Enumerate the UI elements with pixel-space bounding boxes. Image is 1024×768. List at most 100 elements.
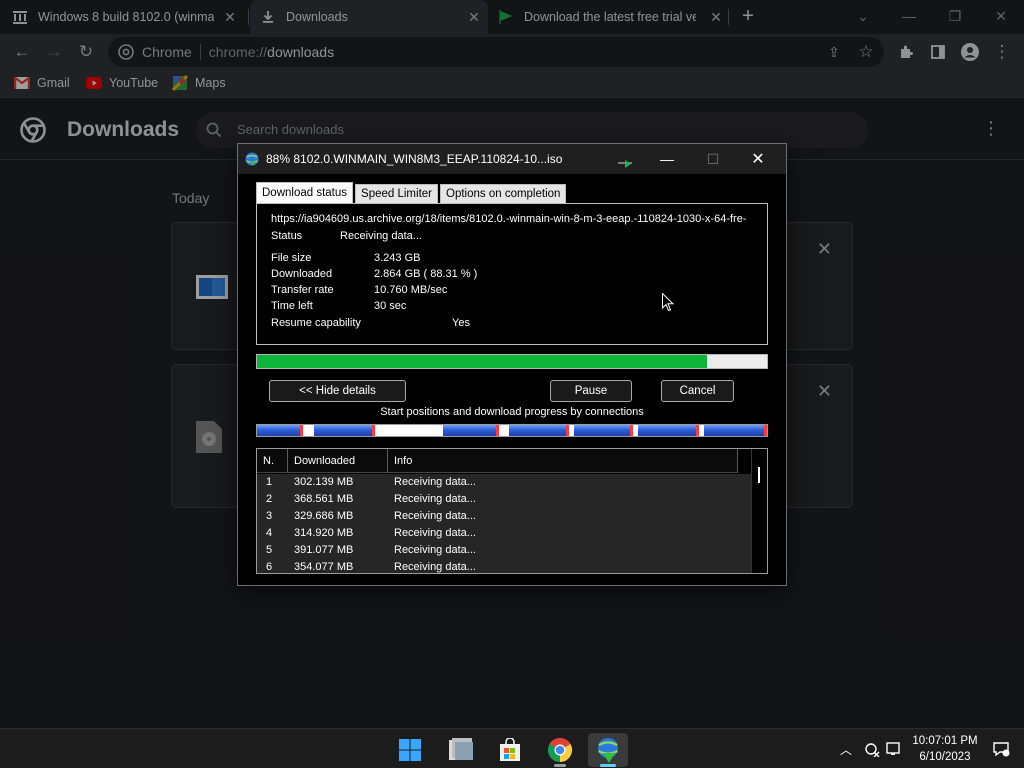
- show-hidden-icons-chevron-icon[interactable]: ︿: [840, 729, 852, 768]
- site-label: Chrome: [142, 44, 192, 60]
- url-scheme: chrome://: [208, 44, 268, 60]
- connection-info: Receiving data...: [394, 544, 476, 556]
- windows-start-icon[interactable]: [390, 733, 430, 767]
- connection-segment: [257, 425, 303, 436]
- table-row[interactable]: 3 329.686 MB Receiving data...: [257, 508, 751, 525]
- download-progress-fill: [257, 355, 708, 368]
- gmail-icon: [14, 76, 30, 90]
- tab-download-status[interactable]: Download status: [256, 182, 354, 203]
- connection-progress-tip: [764, 425, 767, 436]
- bookmark-youtube[interactable]: YouTube: [86, 76, 158, 90]
- column-header-number[interactable]: N.: [257, 449, 288, 473]
- transfer-rate-label: Transfer rate: [271, 284, 334, 296]
- extensions-icon[interactable]: [894, 40, 918, 64]
- close-tab-icon[interactable]: ✕: [222, 9, 238, 25]
- idm-flag-icon: [618, 157, 632, 171]
- connection-downloaded: 391.077 MB: [294, 544, 354, 556]
- browser-menu-icon[interactable]: ⋮: [990, 40, 1014, 64]
- address-bar[interactable]: Chrome chrome:// downloads: [108, 37, 884, 67]
- share-icon[interactable]: ⇪: [822, 40, 846, 64]
- back-icon[interactable]: ←: [10, 40, 34, 64]
- status-label: Status: [271, 230, 303, 242]
- connection-downloaded: 329.686 MB: [294, 510, 354, 522]
- table-row[interactable]: 4 314.920 MB Receiving data...: [257, 525, 751, 542]
- transfer-rate-row: Transfer rate 10.760 MB/sec: [271, 284, 447, 296]
- close-tab-icon[interactable]: ✕: [708, 9, 724, 25]
- file-explorer-icon[interactable]: [441, 733, 481, 767]
- connection-downloaded: 354.077 MB: [294, 561, 354, 573]
- hide-details-button[interactable]: << Hide details: [269, 380, 406, 402]
- idm-globe-icon: [244, 151, 260, 167]
- network-icon[interactable]: [864, 729, 880, 768]
- remove-download-icon[interactable]: ✕: [817, 381, 832, 402]
- microsoft-store-icon[interactable]: [490, 733, 530, 767]
- chrome-logo-icon: [118, 44, 134, 60]
- windows-taskbar: ︿ 10:07:01 PM 6/10/2023: [0, 728, 1024, 768]
- connections-table: N. Downloaded Info 1 302.139 MB Receiving …: [256, 448, 768, 574]
- connection-segment: [443, 425, 499, 436]
- tab-search-icon[interactable]: ⌄: [840, 0, 886, 32]
- connection-info: Receiving data...: [394, 561, 476, 573]
- tab-speed-limiter[interactable]: Speed Limiter: [355, 184, 438, 203]
- connection-downloaded: 302.139 MB: [294, 476, 354, 488]
- download-icon: [260, 9, 276, 25]
- connection-number: 4: [266, 527, 273, 539]
- bookmark-label: Gmail: [37, 76, 70, 90]
- connection-segment: [509, 425, 569, 436]
- forward-icon[interactable]: →: [42, 40, 66, 64]
- idm-minimize-icon[interactable]: —: [644, 144, 690, 174]
- system-clock[interactable]: 10:07:01 PM 6/10/2023: [906, 733, 984, 765]
- table-row[interactable]: 2 368.561 MB Receiving data...: [257, 491, 751, 508]
- more-actions-icon[interactable]: ⋮: [982, 118, 1000, 140]
- column-header-info[interactable]: Info: [388, 449, 738, 473]
- close-window-icon[interactable]: ✕: [978, 0, 1024, 32]
- connection-progress-tip: [300, 425, 303, 436]
- idm-title-bar[interactable]: 88% 8102.0.WINMAIN_WIN8M3_EEAP.110824-10…: [238, 144, 786, 174]
- tab-downloads[interactable]: Downloads ✕: [250, 0, 488, 34]
- table-row[interactable]: 5 391.077 MB Receiving data...: [257, 542, 751, 559]
- bookmark-maps[interactable]: Maps: [172, 75, 226, 91]
- file-size-row: File size 3.243 GB: [271, 252, 420, 264]
- column-header-downloaded[interactable]: Downloaded: [288, 449, 388, 473]
- restore-icon[interactable]: ❐: [932, 0, 978, 32]
- tab-idm-trial[interactable]: Download the latest free trial ver ✕: [498, 0, 730, 34]
- time-left-row: Time left 30 sec: [271, 300, 406, 312]
- time-left-label: Time left: [271, 300, 313, 312]
- minimize-icon[interactable]: —: [886, 0, 932, 32]
- chrome-icon[interactable]: [540, 733, 580, 767]
- clock-date: 6/10/2023: [919, 751, 971, 763]
- tab-title: Downloads: [286, 10, 348, 24]
- connections-scrollbar[interactable]: [751, 449, 767, 573]
- table-row[interactable]: 1 302.139 MB Receiving data...: [257, 474, 751, 491]
- close-tab-icon[interactable]: ✕: [466, 9, 482, 25]
- idm-icon[interactable]: [588, 733, 628, 767]
- connection-info: Receiving data...: [394, 493, 476, 505]
- bookmark-gmail[interactable]: Gmail: [14, 76, 70, 90]
- downloaded-label: Downloaded: [271, 268, 333, 280]
- remove-download-icon[interactable]: ✕: [817, 239, 832, 260]
- bookmark-star-icon[interactable]: ☆: [854, 40, 878, 64]
- side-panel-icon[interactable]: [926, 40, 950, 64]
- connection-info: Receiving data...: [394, 510, 476, 522]
- tab-options-on-completion[interactable]: Options on completion: [440, 184, 567, 203]
- idm-close-icon[interactable]: ✕: [735, 144, 781, 174]
- idm-tab-bar: Download status Speed Limiter Options on…: [256, 182, 568, 204]
- volume-icon[interactable]: [886, 729, 902, 768]
- bookmark-label: YouTube: [109, 76, 159, 90]
- cancel-button[interactable]: Cancel: [661, 380, 734, 402]
- connection-number: 6: [266, 561, 273, 573]
- connections-table-header: N. Downloaded Info: [257, 449, 738, 473]
- scrollbar-thumb[interactable]: [758, 467, 760, 483]
- installer-file-icon: [196, 275, 228, 307]
- reload-icon[interactable]: ↻: [74, 40, 98, 64]
- notifications-icon[interactable]: [992, 729, 1010, 768]
- connection-progress-tip: [372, 425, 375, 436]
- new-tab-button[interactable]: +: [737, 5, 759, 27]
- file-size-label: File size: [271, 252, 312, 264]
- profile-avatar-icon[interactable]: [958, 40, 982, 64]
- table-row[interactable]: 6 354.077 MB Receiving data...: [257, 559, 751, 573]
- omnibox-divider: [199, 44, 201, 60]
- tab-windows-8-build[interactable]: Windows 8 build 8102.0 (winmain ✕: [12, 0, 244, 34]
- pause-button[interactable]: Pause: [550, 380, 632, 402]
- idm-download-dialog: 88% 8102.0.WINMAIN_WIN8M3_EEAP.110824-10…: [237, 143, 787, 586]
